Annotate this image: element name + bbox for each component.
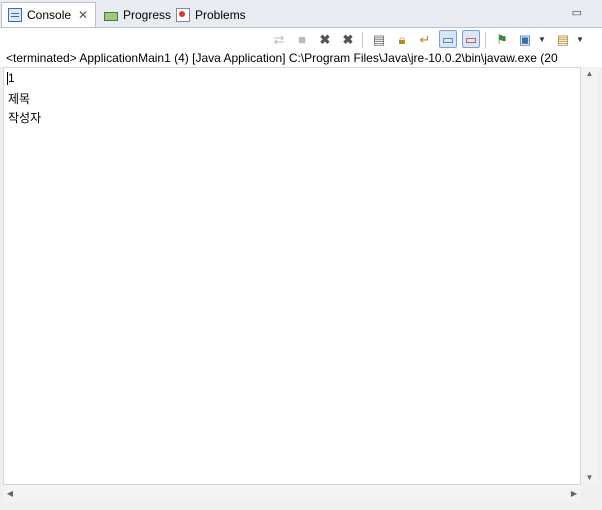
view-tab-bar: Console ✕ Progress Problems ▭ — [0, 0, 602, 28]
restore-icon[interactable]: ▭ — [572, 6, 582, 19]
vertical-scrollbar[interactable]: ▲ ▼ — [581, 67, 598, 485]
display-selected-console-icon[interactable]: ▣ — [516, 30, 534, 48]
console-toolbar: ⇄ ■ ✖ ✖ ▤ 🔒︎ ↵ ▭ ▭ ⚑ ▣ ▼ ▤ ▼ — [0, 28, 602, 50]
toolbar-separator — [362, 32, 363, 48]
console-line: 작성자 — [8, 111, 42, 125]
terminate-icon[interactable]: ■ — [293, 30, 311, 48]
console-line: 1 — [8, 71, 15, 85]
problems-icon — [176, 7, 190, 22]
process-status-text: <terminated> ApplicationMain1 (4) [Java … — [6, 51, 558, 65]
tab-problems[interactable]: Problems — [170, 3, 252, 26]
horizontal-scrollbar[interactable]: ◀ ▶ — [3, 485, 581, 502]
console-output[interactable]: 1 제목 작성자 — [3, 67, 581, 485]
scroll-left-arrow[interactable]: ◀ — [3, 485, 17, 502]
clear-console-icon[interactable]: ▤ — [370, 30, 388, 48]
remove-launch-icon[interactable]: ✖ — [316, 30, 334, 48]
pin-console-icon[interactable]: ⇄ — [270, 30, 288, 48]
tab-console[interactable]: Console ✕ — [1, 2, 96, 27]
tab-problems-label: Problems — [195, 7, 246, 22]
scroll-down-arrow[interactable]: ▼ — [581, 471, 598, 485]
close-icon[interactable]: ✕ — [78, 8, 88, 22]
tab-progress-label: Progress — [123, 7, 172, 22]
open-console-icon[interactable]: ▤ — [554, 30, 572, 48]
word-wrap-icon[interactable]: ↵ — [416, 30, 434, 48]
chevron-down-icon[interactable]: ▼ — [576, 35, 584, 44]
scroll-up-arrow[interactable]: ▲ — [581, 67, 598, 81]
scrollbar-corner — [581, 485, 598, 502]
progress-icon — [104, 11, 118, 21]
scroll-lock-icon[interactable]: 🔒︎ — [393, 30, 411, 48]
remove-all-terminated-icon[interactable]: ✖ — [339, 30, 357, 48]
chevron-down-icon[interactable]: ▼ — [538, 35, 546, 44]
tab-console-label: Console — [27, 8, 72, 22]
console-line: 제목 — [8, 92, 31, 106]
scroll-right-arrow[interactable]: ▶ — [567, 485, 581, 502]
process-status-line: <terminated> ApplicationMain1 (4) [Java … — [0, 50, 602, 67]
tab-progress[interactable]: Progress — [98, 3, 177, 26]
console-icon — [8, 8, 22, 22]
show-on-stderr-icon[interactable]: ▭ — [462, 30, 480, 48]
show-on-stdout-icon[interactable]: ▭ — [439, 30, 457, 48]
pin-icon[interactable]: ⚑ — [493, 30, 511, 48]
toolbar-separator — [485, 32, 486, 48]
